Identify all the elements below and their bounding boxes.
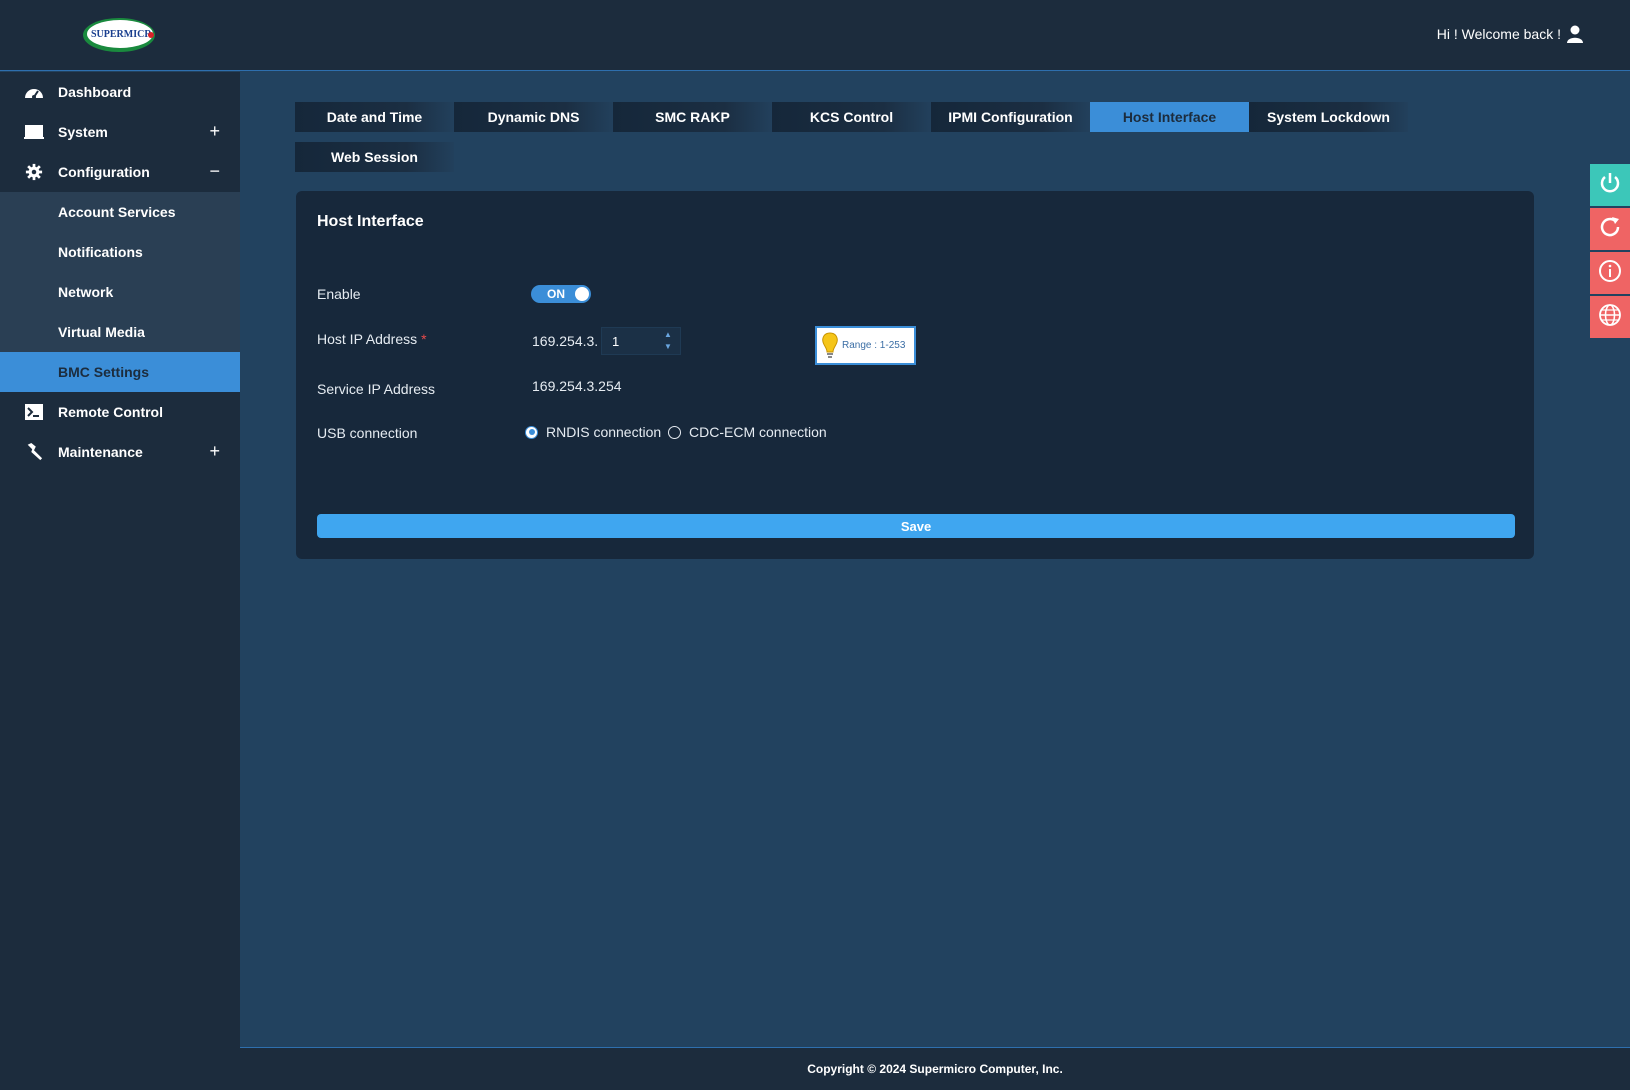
user-icon[interactable] — [1567, 25, 1583, 43]
sidebar-item-label: Configuration — [58, 164, 150, 180]
welcome-message: Hi ! Welcome back ! — [1437, 25, 1583, 43]
settings-tabs: Date and Time Dynamic DNS SMC RAKP KCS C… — [295, 102, 1420, 182]
required-marker: * — [421, 331, 427, 347]
radio-rndis[interactable]: RNDIS connection — [525, 424, 661, 440]
range-text: Range : 1-253 — [842, 340, 906, 351]
copyright-text: Copyright © 2024 Supermicro Computer, In… — [807, 1062, 1063, 1076]
footer: Copyright © 2024 Supermicro Computer, In… — [240, 1047, 1630, 1090]
info-icon — [1598, 259, 1622, 288]
host-ip-label-text: Host IP Address — [317, 331, 418, 347]
host-interface-panel: Host Interface Enable ON Host IP Address… — [296, 191, 1534, 559]
sidebar-item-label: System — [58, 124, 108, 140]
sidebar-item-network[interactable]: Network — [0, 272, 240, 312]
enable-label: Enable — [317, 286, 361, 302]
stepper-up-icon[interactable]: ▲ — [659, 329, 677, 341]
info-button[interactable] — [1590, 252, 1630, 294]
usb-connection-label: USB connection — [317, 425, 418, 441]
tab-date-and-time[interactable]: Date and Time — [295, 102, 454, 132]
radio-button-checked[interactable] — [525, 425, 538, 439]
tab-kcs-control[interactable]: KCS Control — [772, 102, 931, 132]
monitor-icon — [24, 123, 44, 141]
radio-cdc-ecm[interactable]: CDC-ECM connection — [668, 424, 827, 440]
sidebar-item-dashboard[interactable]: Dashboard — [0, 72, 240, 112]
gear-icon — [24, 163, 44, 181]
sidebar-item-notifications[interactable]: Notifications — [0, 232, 240, 272]
host-ip-label: Host IP Address * — [317, 331, 427, 347]
panel-title: Host Interface — [317, 213, 424, 230]
expand-icon[interactable]: + — [209, 441, 220, 462]
lightbulb-icon — [821, 331, 839, 360]
globe-icon — [1598, 303, 1622, 332]
save-button[interactable]: Save — [317, 514, 1515, 538]
sidebar-item-system[interactable]: System + — [0, 112, 240, 152]
radio-label: RNDIS connection — [546, 424, 662, 440]
sidebar-item-account-services[interactable]: Account Services — [0, 192, 240, 232]
sidebar-item-label: Maintenance — [58, 444, 143, 460]
tab-system-lockdown[interactable]: System Lockdown — [1249, 102, 1408, 132]
svg-text:SUPERMICR: SUPERMICR — [91, 29, 152, 40]
radio-label: CDC-ECM connection — [689, 424, 827, 440]
toggle-knob — [575, 287, 589, 301]
service-ip-value: 169.254.3.254 — [532, 378, 622, 394]
tab-smc-rakp[interactable]: SMC RAKP — [613, 102, 772, 132]
sidebar-item-virtual-media[interactable]: Virtual Media — [0, 312, 240, 352]
tab-web-session[interactable]: Web Session — [295, 142, 454, 172]
sidebar-item-remote-control[interactable]: Remote Control — [0, 392, 240, 432]
dashboard-icon — [24, 83, 44, 101]
sidebar-item-configuration[interactable]: Configuration − — [0, 152, 240, 192]
welcome-text: Hi ! Welcome back ! — [1436, 26, 1561, 42]
sidebar-item-maintenance[interactable]: Maintenance + — [0, 432, 240, 472]
tab-host-interface[interactable]: Host Interface — [1090, 102, 1249, 132]
language-button[interactable] — [1590, 296, 1630, 338]
sidebar: Dashboard System + Configuration − Accou… — [0, 72, 240, 1090]
tab-dynamic-dns[interactable]: Dynamic DNS — [454, 102, 613, 132]
toggle-state: ON — [547, 287, 565, 301]
collapse-icon[interactable]: − — [209, 161, 220, 182]
tab-ipmi-configuration[interactable]: IPMI Configuration — [931, 102, 1090, 132]
wrench-icon — [24, 443, 44, 461]
refresh-button[interactable] — [1590, 208, 1630, 250]
sidebar-item-label: Remote Control — [58, 404, 163, 420]
power-button[interactable] — [1590, 164, 1630, 206]
top-header: SUPERMICR Hi ! Welcome back ! — [0, 0, 1630, 71]
range-tooltip: Range : 1-253 — [815, 326, 916, 365]
radio-button[interactable] — [668, 425, 681, 439]
host-ip-prefix: 169.254.3. — [532, 333, 599, 349]
sidebar-item-bmc-settings[interactable]: BMC Settings — [0, 352, 240, 392]
number-stepper[interactable]: ▲ ▼ — [659, 329, 677, 353]
sidebar-item-label: Dashboard — [58, 84, 132, 100]
refresh-icon — [1598, 215, 1622, 244]
stepper-down-icon[interactable]: ▼ — [659, 341, 677, 353]
supermicro-logo[interactable]: SUPERMICR — [81, 15, 159, 55]
service-ip-label: Service IP Address — [317, 381, 436, 397]
power-icon — [1598, 171, 1622, 200]
expand-icon[interactable]: + — [209, 121, 220, 142]
enable-toggle[interactable]: ON — [531, 285, 591, 303]
terminal-icon — [24, 403, 44, 421]
